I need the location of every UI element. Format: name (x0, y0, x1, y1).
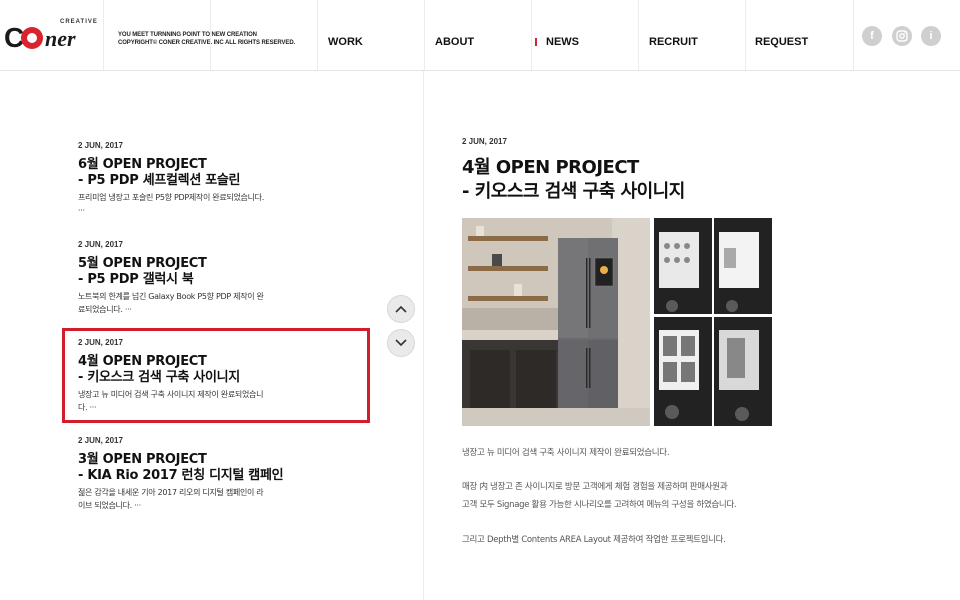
header-divider (531, 0, 532, 70)
detail-title-line-1: 4월 OPEN PROJECT (462, 157, 639, 178)
detail-paragraph-1: 냉장고 뉴 미디어 검색 구축 사이니지 제작이 완료되었습니다. (462, 448, 670, 458)
news-excerpt: 프리미엄 냉장고 포슬린 P5향 PDP제작이 완료되었습니다. ··· (78, 193, 264, 215)
news-title: 5월 OPEN PROJECT - P5 PDP 갤럭시 북 (78, 256, 363, 288)
news-excerpt: 냉장고 뉴 미디어 검색 구축 사이니지 제작이 완료되었습니다. ··· (78, 390, 264, 412)
chevron-up-icon (395, 305, 407, 313)
nav-news[interactable]: NEWS (546, 36, 579, 48)
info-icon[interactable]: i (921, 26, 941, 46)
header-divider (424, 0, 425, 70)
news-date: 2 JUN, 2017 (78, 240, 123, 249)
instagram-icon[interactable] (892, 26, 912, 46)
news-title: 6월 OPEN PROJECT - P5 PDP 셰프컬렉션 포슬린 (78, 157, 363, 189)
nav-work[interactable]: WORK (328, 36, 363, 48)
detail-paragraph-2-line-1: 매장 内 냉장고 존 사이니지로 방문 고객에게 체험 경험을 제공하며 판매사… (462, 482, 728, 492)
header-divider (745, 0, 746, 70)
logo-cell: CREATIVE C ner (0, 0, 104, 70)
news-title-line-2: - 키오스크 검색 구축 사이니지 (78, 370, 240, 385)
chevron-down-icon (395, 339, 407, 347)
scroll-up-button[interactable] (387, 295, 415, 323)
tagline: YOU MEET TURNNING POINT TO NEW CREATION … (118, 31, 295, 47)
news-excerpt: 노트북의 한계를 넘긴 Galaxy Book P5향 PDP 제작이 완료되었… (78, 292, 264, 314)
nav-request[interactable]: REQUEST (755, 36, 808, 48)
header-divider (638, 0, 639, 70)
news-list-item[interactable]: 2 JUN, 2017 3월 OPEN PROJECT - KIA Rio 20… (78, 436, 363, 512)
scroll-down-button[interactable] (387, 329, 415, 357)
header-divider (853, 0, 854, 70)
site-header: CREATIVE C ner YOU MEET TURNNING POINT T… (0, 0, 960, 71)
header-divider (317, 0, 318, 70)
detail-paragraph-3: 그리고 Depth별 Contents AREA Layout 제공하여 작업한… (462, 535, 726, 545)
project-image (462, 218, 773, 426)
coner-logo[interactable]: CREATIVE C ner (4, 19, 97, 53)
news-title: 4월 OPEN PROJECT - 키오스크 검색 구축 사이니지 (78, 354, 363, 386)
news-title-line-1: 6월 OPEN PROJECT (78, 157, 207, 172)
nav-active-marker (535, 38, 537, 46)
news-list-item[interactable]: 2 JUN, 2017 6월 OPEN PROJECT - P5 PDP 셰프컬… (78, 141, 363, 217)
content-divider (423, 71, 424, 600)
instagram-glyph (896, 30, 908, 42)
news-title-line-2: - KIA Rio 2017 런칭 디지털 캠페인 (78, 468, 284, 483)
refrigerator-kiosk-photo (462, 218, 773, 426)
header-divider (210, 0, 211, 70)
logo-ner-text: ner (45, 26, 76, 51)
detail-title: 4월 OPEN PROJECT - 키오스크 검색 구축 사이니지 (462, 156, 685, 204)
news-title-line-2: - P5 PDP 셰프컬렉션 포슬린 (78, 173, 241, 188)
logo-red-o-icon (21, 27, 43, 49)
facebook-icon[interactable]: f (862, 26, 882, 46)
news-date: 2 JUN, 2017 (78, 436, 123, 445)
news-list-item-selected[interactable]: 2 JUN, 2017 4월 OPEN PROJECT - 키오스크 검색 구축… (78, 338, 363, 414)
tagline-line-1: YOU MEET TURNNING POINT TO NEW CREATION (118, 32, 257, 38)
news-title-line-2: - P5 PDP 갤럭시 북 (78, 272, 194, 287)
detail-title-line-2: - 키오스크 검색 구축 사이니지 (462, 181, 685, 202)
tagline-line-2: COPYRIGHT© CONER CREATIVE. INC ALL RIGHT… (118, 40, 296, 46)
detail-date: 2 JUN, 2017 (462, 137, 507, 146)
news-excerpt: 젊은 감각을 내세운 기아 2017 리오의 디지털 캠페인이 라이브 되었습니… (78, 488, 264, 510)
news-title-line-1: 3월 OPEN PROJECT (78, 452, 207, 467)
info-glyph: i (929, 30, 933, 42)
news-title-line-1: 4월 OPEN PROJECT (78, 354, 207, 369)
news-date: 2 JUN, 2017 (78, 338, 123, 347)
news-title: 3월 OPEN PROJECT - KIA Rio 2017 런칭 디지털 캠페… (78, 452, 363, 484)
facebook-glyph: f (870, 30, 874, 42)
logo-creative-text: CREATIVE (60, 19, 98, 25)
news-date: 2 JUN, 2017 (78, 141, 123, 150)
nav-recruit[interactable]: RECRUIT (649, 36, 698, 48)
detail-paragraph-2-line-2: 고객 모두 Signage 활용 가능한 시나리오를 고려하여 메뉴의 구성을 … (462, 500, 737, 510)
news-list-item[interactable]: 2 JUN, 2017 5월 OPEN PROJECT - P5 PDP 갤럭시… (78, 240, 363, 316)
nav-about[interactable]: ABOUT (435, 36, 474, 48)
news-title-line-1: 5월 OPEN PROJECT (78, 256, 207, 271)
